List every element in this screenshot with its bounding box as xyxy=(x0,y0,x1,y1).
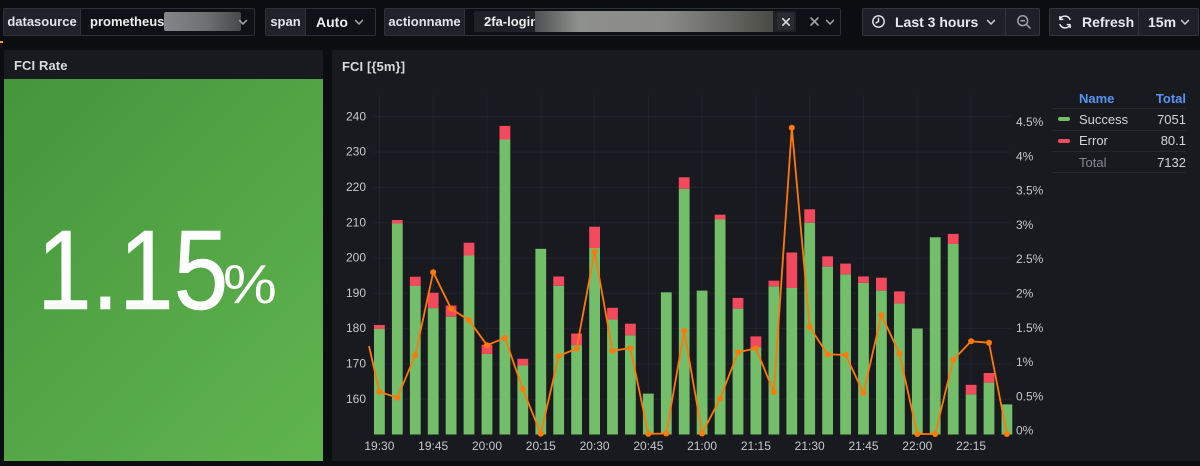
svg-text:21:15: 21:15 xyxy=(741,439,771,453)
svg-text:22:00: 22:00 xyxy=(902,439,932,453)
svg-text:200: 200 xyxy=(346,251,366,265)
svg-text:4%: 4% xyxy=(1016,149,1034,163)
svg-text:240: 240 xyxy=(346,109,366,123)
svg-text:180: 180 xyxy=(346,321,366,335)
svg-text:2.5%: 2.5% xyxy=(1016,252,1044,266)
svg-text:20:45: 20:45 xyxy=(633,439,663,453)
svg-text:20:30: 20:30 xyxy=(580,439,610,453)
svg-text:19:30: 19:30 xyxy=(364,439,394,453)
svg-text:160: 160 xyxy=(346,392,366,406)
svg-text:210: 210 xyxy=(346,215,366,229)
svg-text:230: 230 xyxy=(346,145,366,159)
svg-text:1%: 1% xyxy=(1016,355,1034,369)
svg-text:4.5%: 4.5% xyxy=(1016,115,1044,129)
svg-text:21:00: 21:00 xyxy=(687,439,717,453)
svg-text:170: 170 xyxy=(346,357,366,371)
svg-text:21:45: 21:45 xyxy=(848,439,878,453)
svg-text:20:15: 20:15 xyxy=(526,439,556,453)
svg-text:3%: 3% xyxy=(1016,218,1034,232)
svg-text:190: 190 xyxy=(346,286,366,300)
svg-text:220: 220 xyxy=(346,180,366,194)
svg-text:21:30: 21:30 xyxy=(795,439,825,453)
svg-text:3.5%: 3.5% xyxy=(1016,184,1044,198)
svg-text:22:15: 22:15 xyxy=(956,439,986,453)
svg-text:2%: 2% xyxy=(1016,287,1034,301)
svg-text:19:45: 19:45 xyxy=(418,439,448,453)
svg-text:0.5%: 0.5% xyxy=(1016,389,1044,403)
svg-text:0%: 0% xyxy=(1016,424,1034,438)
svg-text:20:00: 20:00 xyxy=(472,439,502,453)
svg-text:1.5%: 1.5% xyxy=(1016,321,1044,335)
